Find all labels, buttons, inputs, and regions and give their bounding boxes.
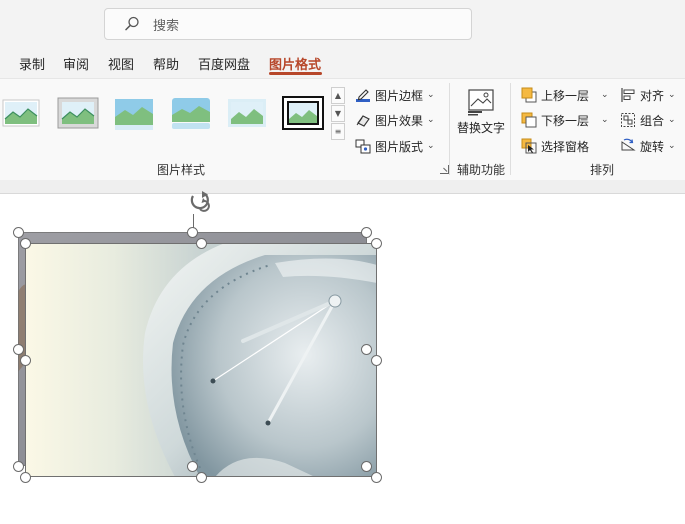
style-thumbnail-3[interactable] [113, 95, 155, 131]
accessibility-group-label: 辅助功能 [457, 163, 506, 177]
alt-text-icon [468, 89, 494, 116]
selected-picture-outline [25, 243, 377, 477]
resize-handle[interactable] [20, 355, 31, 366]
send-backward-icon [521, 112, 537, 128]
resize-handle[interactable] [187, 227, 198, 238]
bring-forward-icon [521, 87, 537, 103]
chevron-down-icon: ⌄ [668, 141, 676, 151]
resize-handle[interactable] [361, 461, 372, 472]
alt-text-label: 替换文字 [457, 121, 506, 135]
resize-handle[interactable] [371, 355, 382, 366]
ribbon-tabs: 录制 审阅 视图 帮助 百度网盘 图片格式 [0, 50, 685, 78]
gallery-scroll-down-icon[interactable]: ▼ [331, 105, 345, 122]
resize-handle[interactable] [187, 461, 198, 472]
resize-handle[interactable] [371, 472, 382, 483]
active-tab-indicator [269, 72, 322, 75]
selection-pane-button[interactable]: 选择窗格 [521, 136, 589, 156]
resize-handle[interactable] [371, 238, 382, 249]
style-thumbnail-4[interactable] [170, 95, 212, 131]
tab-record[interactable]: 录制 [19, 54, 45, 73]
chevron-down-icon: ⌄ [601, 90, 609, 100]
rotate-handle-icon[interactable] [182, 186, 218, 222]
tab-baidu-netdisk[interactable]: 百度网盘 [198, 54, 250, 73]
dialog-launcher-icon[interactable] [440, 165, 449, 174]
pen-icon [356, 89, 370, 102]
resize-handle[interactable] [196, 238, 207, 249]
resize-handle[interactable] [20, 472, 31, 483]
align-button[interactable]: 对齐 ⌄ [620, 85, 676, 105]
chevron-down-icon: ⌄ [427, 141, 435, 151]
send-backward-button[interactable]: 下移一层 ⌄ [521, 110, 609, 130]
picture-border-button[interactable]: 图片边框 ⌄ [355, 85, 435, 105]
resize-handle[interactable] [13, 461, 24, 472]
style-thumbnail-1[interactable] [0, 95, 42, 131]
selection-pane-icon [521, 138, 537, 154]
ribbon: ▲ ▼ ≡ 图片边框 ⌄ 图片效果 ⌄ 图片版式 ⌄ 图片样式 替换文字 辅助功… [0, 78, 685, 180]
picture-styles-gallery: ▲ ▼ ≡ [0, 87, 345, 140]
resize-handle[interactable] [20, 238, 31, 249]
rotate-icon [621, 138, 636, 151]
arrange-group-label: 排列 [590, 163, 615, 177]
alt-text-button[interactable]: 替换文字 [457, 87, 505, 157]
tab-picture-format[interactable]: 图片格式 [269, 54, 321, 73]
bring-forward-button[interactable]: 上移一层 ⌄ [521, 85, 609, 105]
resize-handle[interactable] [361, 344, 372, 355]
resize-handle[interactable] [13, 344, 24, 355]
style-thumbnail-6[interactable] [282, 95, 324, 131]
gallery-scroll-up-icon[interactable]: ▲ [331, 87, 345, 104]
style-thumbnail-5[interactable] [226, 95, 268, 131]
gallery-more-icon[interactable]: ≡ [331, 123, 345, 140]
tab-view[interactable]: 视图 [108, 54, 134, 73]
effects-icon [356, 115, 370, 127]
ribbon-bottom-edge [0, 180, 685, 194]
group-button[interactable]: 组合 ⌄ [620, 110, 676, 130]
group-separator [510, 83, 511, 175]
picture-layout-button[interactable]: 图片版式 ⌄ [355, 136, 435, 156]
chevron-down-icon: ⌄ [601, 115, 609, 125]
chevron-down-icon: ⌄ [427, 115, 435, 125]
search-box[interactable]: 搜索 [104, 8, 472, 40]
group-icon [621, 113, 635, 127]
search-placeholder: 搜索 [153, 18, 180, 34]
search-icon [125, 16, 139, 31]
rotate-button[interactable]: 旋转 ⌄ [620, 136, 676, 156]
resize-handle[interactable] [13, 227, 24, 238]
resize-handle[interactable] [361, 227, 372, 238]
tab-help[interactable]: 帮助 [153, 54, 179, 73]
chevron-down-icon: ⌄ [427, 90, 435, 100]
align-icon [621, 88, 635, 102]
style-thumbnail-2[interactable] [57, 95, 99, 131]
chevron-down-icon: ⌄ [668, 90, 676, 100]
group-separator [449, 83, 450, 175]
chevron-down-icon: ⌄ [668, 115, 676, 125]
tab-review[interactable]: 审阅 [63, 54, 89, 73]
resize-handle[interactable] [196, 472, 207, 483]
picture-styles-group-label: 图片样式 [157, 163, 206, 177]
layout-icon [355, 139, 371, 154]
picture-effects-button[interactable]: 图片效果 ⌄ [355, 110, 435, 130]
